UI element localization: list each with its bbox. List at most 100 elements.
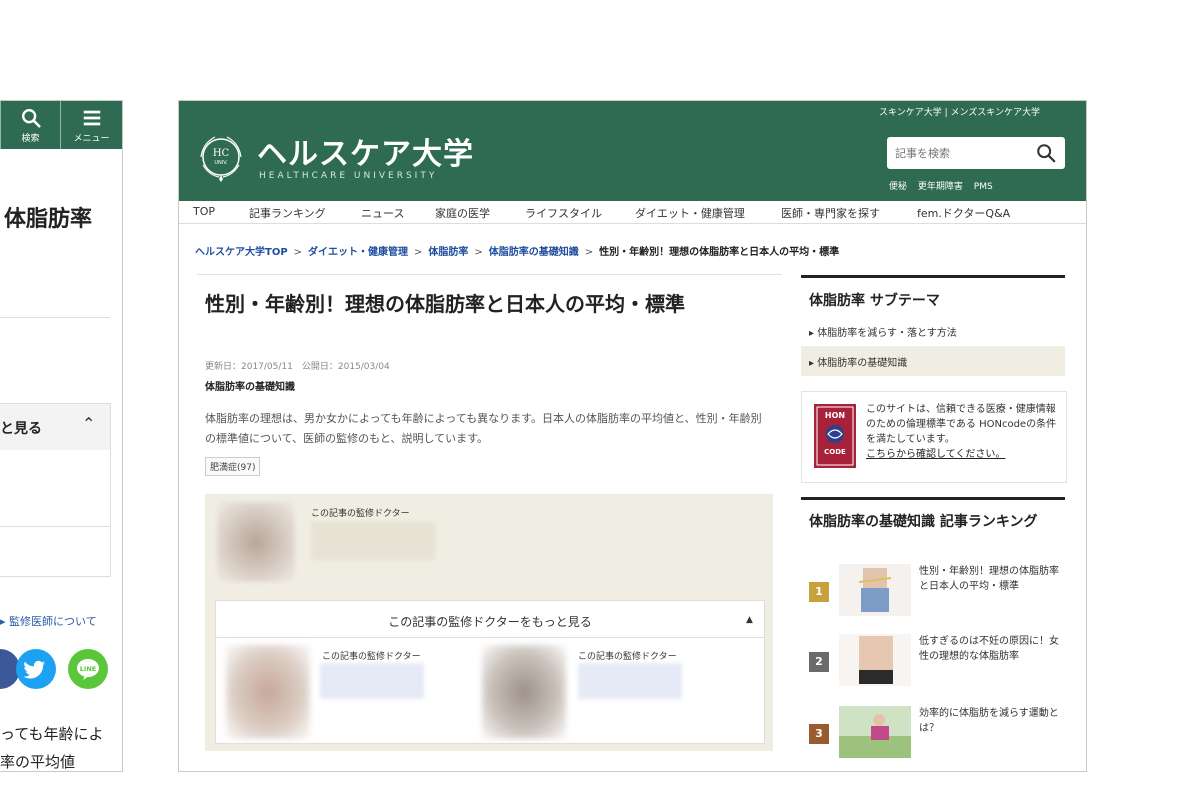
breadcrumb-current: 性別・年齢別！理想の体脂肪率と日本人の平均・標準 xyxy=(599,247,840,258)
keyword-link[interactable]: 便秘 xyxy=(889,182,907,192)
search-icon xyxy=(21,109,41,128)
supervising-doctor-box: この記事の監修ドクター この記事の監修ドクターをもっと見る ▲ この記事の監修ド… xyxy=(205,494,773,751)
mobile-header: 検索 メニュー xyxy=(0,101,122,149)
sister-site-links[interactable]: スキンケア大学 | メンズスキンケア大学 xyxy=(879,105,1040,118)
doctor-photo[interactable] xyxy=(226,645,310,739)
article-category[interactable]: 体脂肪率の基礎知識 xyxy=(205,378,295,393)
global-nav: TOP 記事ランキング ニュース 家庭の医学 ライフスタイル ダイエット・健康管… xyxy=(179,201,1086,224)
more-doctors-toggle[interactable]: この記事の監修ドクターをもっと見る xyxy=(216,613,764,630)
article-dates: 更新日：2017/05/11 公開日：2015/03/04 xyxy=(205,362,390,372)
site-logo-name[interactable]: ヘルスケア大学 xyxy=(257,129,474,173)
ranking-panel: 体脂肪率の基礎知識 記事ランキング 1 性別・年齢別！理想の体脂肪率と日本人の平… xyxy=(801,497,1065,771)
doctor-label: この記事の監修ドクター xyxy=(311,509,410,519)
rank-number: 1 xyxy=(809,582,829,602)
honcode-text: このサイトは、信頼できる医療・健康情報のための倫理標準である HONcodeの条… xyxy=(866,402,1058,462)
breadcrumb-link[interactable]: ダイエット・健康管理 xyxy=(308,247,408,258)
mobile-screenshot: 検索 メニュー 体脂肪率 と見る ⌃ ▸ 監修医師について LINE っても年齢… xyxy=(0,100,123,772)
rank-article-title[interactable]: 効率的に体脂肪を減らす運動とは？ xyxy=(919,706,1059,736)
chevron-up-icon[interactable]: ▲ xyxy=(746,615,753,625)
subtheme-title: 体脂肪率 サブテーマ xyxy=(809,293,940,309)
nav-item-top[interactable]: TOP xyxy=(193,205,215,218)
article-tag[interactable]: 肥満症(97) xyxy=(205,457,261,476)
keyword-link[interactable]: 更年期障害 xyxy=(918,182,963,192)
search-input[interactable] xyxy=(895,143,1025,163)
mobile-doctor-more-label: と見る xyxy=(0,421,42,437)
honcode-panel: HON CODE このサイトは、信頼できる医療・健康情報のための倫理標準である … xyxy=(801,391,1067,483)
twitter-bird-icon xyxy=(23,660,46,679)
nav-item-lifestyle[interactable]: ライフスタイル xyxy=(525,205,602,221)
divider xyxy=(197,274,782,275)
doctor-label: この記事の監修ドクター xyxy=(322,652,421,662)
divider xyxy=(216,637,764,638)
nav-item-ranking[interactable]: 記事ランキング xyxy=(249,205,326,221)
mobile-doctor-more-toggle[interactable]: と見る ⌃ xyxy=(0,404,110,450)
subtheme-item-label: 体脂肪率の基礎知識 xyxy=(817,358,908,369)
rank-article-title[interactable]: 低すぎるのは不妊の原因に！女性の理想的な体脂肪率 xyxy=(919,634,1059,664)
search-box xyxy=(887,137,1065,169)
article-title: 性別・年齢別！理想の体脂肪率と日本人の平均・標準 xyxy=(205,292,685,316)
mobile-doctor-box: と見る ⌃ xyxy=(0,403,111,577)
svg-text:LINE: LINE xyxy=(80,665,96,673)
honcode-badge-icon[interactable]: HON CODE xyxy=(814,404,856,468)
mobile-menu-button[interactable]: メニュー xyxy=(61,101,122,149)
breadcrumb-separator: > xyxy=(413,247,423,258)
subtheme-item-active[interactable]: ▸ 体脂肪率の基礎知識 xyxy=(801,346,1065,376)
chevron-up-icon: ⌃ xyxy=(82,414,96,433)
doctor-photo[interactable] xyxy=(482,645,566,739)
site-logo-subtitle: HEALTHCARE UNIVERSITY xyxy=(259,171,438,181)
nav-item-news[interactable]: ニュース xyxy=(361,205,404,221)
article-lead: 体脂肪率の理想は、男か女かによっても年齢によっても異なります。日本人の体脂肪率の… xyxy=(205,412,762,445)
mobile-doctor-link[interactable]: ▸ 監修医師について xyxy=(0,613,97,629)
line-share-button[interactable]: LINE xyxy=(68,649,108,689)
keyword-link[interactable]: PMS xyxy=(974,182,993,192)
breadcrumb: ヘルスケア大学TOP > ダイエット・健康管理 > 体脂肪率 > 体脂肪率の基礎知識 > 性別・… xyxy=(195,243,839,258)
nav-item-home-medicine[interactable]: 家庭の医学 xyxy=(435,205,490,221)
doctor-label: この記事の監修ドクター xyxy=(578,652,677,662)
subtheme-panel: 体脂肪率 サブテーマ ▸ 体脂肪率を減らす・落とす方法 ▸ 体脂肪率の基礎知識 xyxy=(801,275,1065,376)
mobile-article-title: 体脂肪率 xyxy=(4,207,93,232)
breadcrumb-link[interactable]: 体脂肪率の基礎知識 xyxy=(489,247,579,258)
rank-number: 2 xyxy=(809,652,829,672)
line-icon: LINE xyxy=(77,659,99,680)
search-icon[interactable] xyxy=(1035,142,1057,164)
mobile-body-text: 率の平均値 xyxy=(0,753,76,771)
mobile-doctor-link-label: 監修医師について xyxy=(9,615,97,628)
mobile-search-button[interactable]: 検索 xyxy=(1,101,60,149)
breadcrumb-separator: > xyxy=(474,247,483,258)
twitter-share-button[interactable] xyxy=(16,649,56,689)
mobile-body-text: っても年齢によ xyxy=(0,725,104,743)
popular-keyword-links: 便秘 更年期障害 PMS xyxy=(889,179,1001,192)
site-header: HC UNIV. ヘルスケア大学 HEALTHCARE UNIVERSITY ス… xyxy=(179,101,1086,201)
honcode-verify-link[interactable]: こちらから確認してください。 xyxy=(866,449,1005,460)
nav-item-diet-health[interactable]: ダイエット・健康管理 xyxy=(635,205,745,221)
divider xyxy=(0,526,110,527)
doctor-photo[interactable] xyxy=(217,502,295,582)
nav-item-fem-doctor-qa[interactable]: fem.ドクターQ&A xyxy=(917,205,1010,221)
ranking-title: 体脂肪率の基礎知識 記事ランキング xyxy=(809,514,1038,530)
laurel-emblem-icon: HC UNIV. xyxy=(200,136,242,182)
nav-item-find-doctor[interactable]: 医師・専門家を探す xyxy=(781,205,880,221)
emblem-text-bottom: UNIV. xyxy=(214,160,228,166)
breadcrumb-link[interactable]: 体脂肪率 xyxy=(428,247,468,258)
hamburger-menu-icon xyxy=(83,110,100,126)
honcode-description: このサイトは、信頼できる医療・健康情報のための倫理標準である HONcodeの条… xyxy=(866,404,1057,445)
rank-thumbnail[interactable] xyxy=(839,564,911,616)
honcode-badge-bottom: CODE xyxy=(824,448,846,456)
rank-number: 3 xyxy=(809,724,829,744)
breadcrumb-link[interactable]: ヘルスケア大学TOP xyxy=(195,247,288,258)
rank-thumbnail[interactable] xyxy=(839,634,911,686)
rank-thumbnail[interactable] xyxy=(839,706,911,758)
doctor-name-blurred[interactable] xyxy=(320,663,424,699)
desktop-screenshot: HC UNIV. ヘルスケア大学 HEALTHCARE UNIVERSITY ス… xyxy=(178,100,1087,772)
doctor-name-blurred[interactable] xyxy=(578,663,682,699)
mobile-search-label: 検索 xyxy=(21,134,40,144)
emblem-text-top: HC xyxy=(213,148,230,159)
doctor-name-blurred[interactable] xyxy=(311,522,435,560)
mobile-menu-label: メニュー xyxy=(73,134,110,144)
breadcrumb-separator: > xyxy=(293,247,303,258)
rank-article-title[interactable]: 性別・年齢別！理想の体脂肪率と日本人の平均・標準 xyxy=(919,564,1059,594)
breadcrumb-separator: > xyxy=(584,247,594,258)
more-doctors-panel: この記事の監修ドクターをもっと見る ▲ この記事の監修ドクター この記事の監修ド… xyxy=(215,600,765,744)
subtheme-item[interactable]: ▸ 体脂肪率を減らす・落とす方法 xyxy=(801,316,1065,346)
divider xyxy=(0,317,110,318)
